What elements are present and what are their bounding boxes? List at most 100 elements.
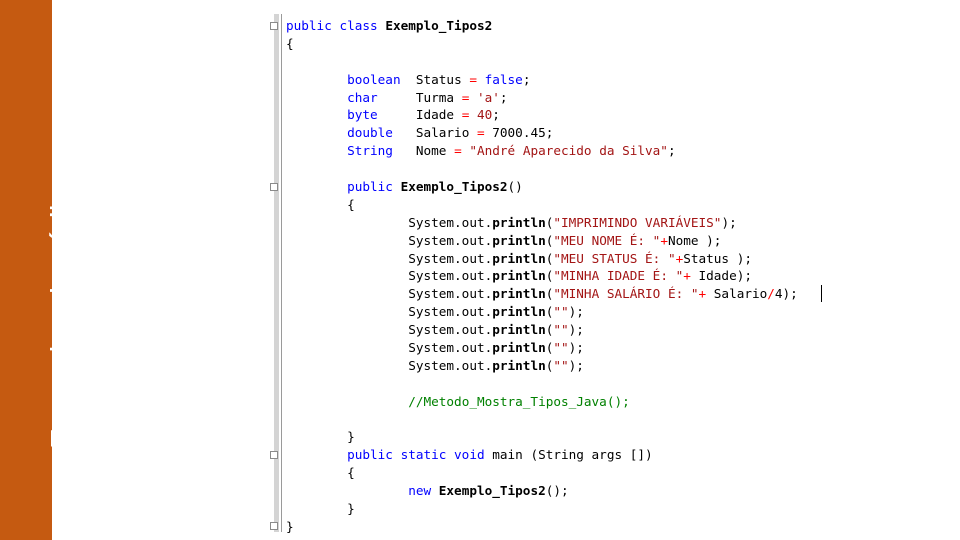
code-token: / <box>767 286 775 302</box>
code-token: ); <box>568 357 584 373</box>
code-token: boolean <box>347 71 401 87</box>
code-token: + <box>698 286 707 302</box>
code-token: System.out. <box>286 268 493 284</box>
code-token: ); <box>568 304 584 320</box>
code-token: Exemplo_Tipos2 <box>438 483 546 499</box>
code-token: System.out. <box>286 286 493 302</box>
code-token: System.out. <box>286 250 493 266</box>
code-token: ; <box>667 143 676 159</box>
code-line: public Exemplo_Tipos2() <box>286 178 798 196</box>
code-line: //Metodo_Mostra_Tipos_Java(); <box>286 393 798 411</box>
code-token: ; <box>499 89 508 105</box>
code-token: ); <box>568 322 584 338</box>
code-token: main (String args []) <box>484 447 653 463</box>
code-token: 'a' <box>476 89 500 105</box>
code-token: println <box>492 268 546 284</box>
code-line: System.out.println(""); <box>286 303 798 321</box>
code-token: ; <box>522 71 531 87</box>
code-token: System.out. <box>286 322 493 338</box>
code-editor[interactable]: public class Exemplo_Tipos2{ boolean Sta… <box>286 17 798 536</box>
code-token: "MEU STATUS É: " <box>553 250 676 266</box>
code-token: ; <box>492 107 500 123</box>
code-token: = <box>454 143 462 159</box>
code-token: Idade <box>377 107 462 123</box>
code-line: System.out.println("MEU NOME É: "+Nome )… <box>286 232 798 250</box>
code-line: public class Exemplo_Tipos2 <box>286 17 798 35</box>
code-token: "" <box>553 322 569 338</box>
code-token: println <box>492 250 546 266</box>
code-token: Exemplo_Tipos2 <box>400 179 508 195</box>
code-line: { <box>286 35 798 53</box>
code-line: System.out.println("IMPRIMINDO VARIÁVEIS… <box>286 214 798 232</box>
code-token: Turma <box>377 89 462 105</box>
code-line: System.out.println("MINHA IDADE É: "+ Id… <box>286 267 798 285</box>
collapse-class-icon[interactable] <box>270 22 278 30</box>
code-token: public static void <box>347 447 485 463</box>
code-token: char <box>347 89 378 105</box>
code-token: Status <box>400 71 470 87</box>
code-line: System.out.println(""); <box>286 339 798 357</box>
code-token: 40 <box>476 107 493 123</box>
code-token: { <box>286 196 355 212</box>
code-line: System.out.println(""); <box>286 357 798 375</box>
code-line: byte Idade = 40; <box>286 106 798 124</box>
code-token: "IMPRIMINDO VARIÁVEIS" <box>553 214 722 230</box>
code-token: "MEU NOME É: " <box>553 232 661 248</box>
code-token: () <box>507 179 523 195</box>
code-token: 4); <box>774 286 798 302</box>
code-token: println <box>492 304 546 320</box>
code-token: } <box>286 429 355 445</box>
code-token: { <box>286 465 355 481</box>
code-token: + <box>660 232 668 248</box>
code-token: "MINHA IDADE É: " <box>553 268 684 284</box>
code-line: } <box>286 500 798 518</box>
code-token: "" <box>553 340 569 356</box>
collapse-main-icon[interactable] <box>270 451 278 459</box>
code-token: System.out. <box>286 340 493 356</box>
collapse-constructor-icon[interactable] <box>270 183 278 191</box>
code-token: "André Aparecido da Silva" <box>469 143 668 159</box>
code-token: byte <box>347 107 378 123</box>
code-line: { <box>286 464 798 482</box>
code-token: } <box>286 518 294 534</box>
code-token: public <box>347 179 393 195</box>
code-token: System.out. <box>286 357 493 373</box>
code-token: (); <box>545 483 569 499</box>
code-token: Idade); <box>690 268 752 284</box>
code-token: "MINHA SALÁRIO É: " <box>553 286 699 302</box>
code-token: println <box>492 322 546 338</box>
code-line: boolean Status = false; <box>286 71 798 89</box>
code-token: println <box>492 232 546 248</box>
code-token: + <box>683 268 691 284</box>
code-token: System.out. <box>286 304 493 320</box>
code-token: } <box>286 501 355 517</box>
text-cursor <box>821 285 822 302</box>
editor-fold-line <box>281 14 282 532</box>
code-line: char Turma = 'a'; <box>286 89 798 107</box>
code-token: Salario <box>706 286 768 302</box>
code-token: Nome ); <box>667 232 722 248</box>
code-token: Nome <box>392 143 455 159</box>
code-line: System.out.println("MEU STATUS É: "+Stat… <box>286 250 798 268</box>
code-token: String <box>347 143 393 159</box>
sidebar-title: Exemplos de códigos <box>44 154 79 449</box>
code-token: //Metodo_Mostra_Tipos_Java(); <box>408 393 630 409</box>
code-token: println <box>492 340 546 356</box>
code-token: false <box>484 71 523 87</box>
code-line: String Nome = "André Aparecido da Silva"… <box>286 142 798 160</box>
code-token: Exemplo_Tipos2 <box>385 18 493 33</box>
code-token: "" <box>553 357 569 373</box>
code-token: ); <box>568 340 584 356</box>
code-token: System.out. <box>286 232 493 248</box>
